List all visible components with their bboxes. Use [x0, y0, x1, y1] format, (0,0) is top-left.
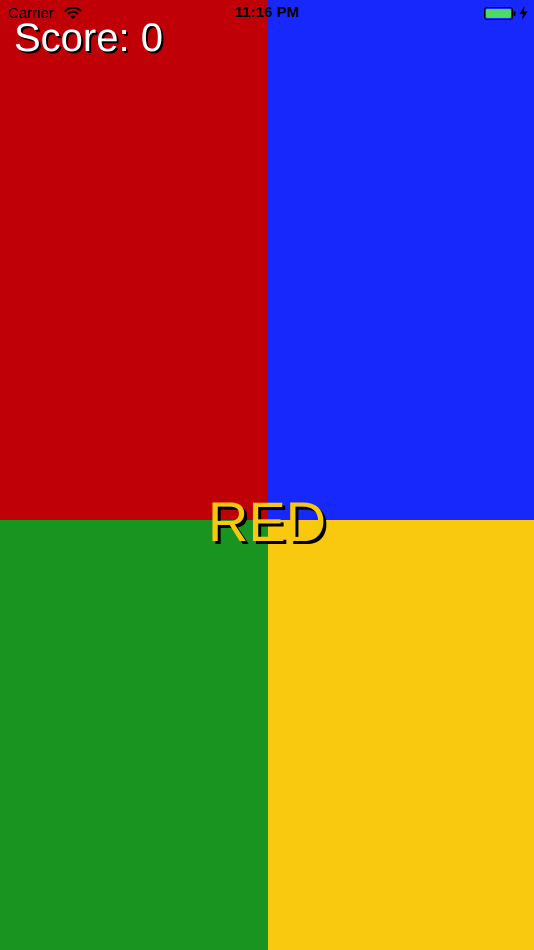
green-quadrant[interactable]	[0, 520, 268, 950]
yellow-quadrant[interactable]	[268, 520, 534, 950]
battery-icon	[484, 7, 516, 20]
bolt-icon	[519, 6, 528, 20]
red-quadrant[interactable]	[0, 0, 268, 520]
blue-quadrant[interactable]	[268, 0, 534, 520]
game-screen: Carrier 11:16 PM Score: 0 RED	[0, 0, 534, 950]
score-label: Score: 0	[14, 16, 163, 60]
